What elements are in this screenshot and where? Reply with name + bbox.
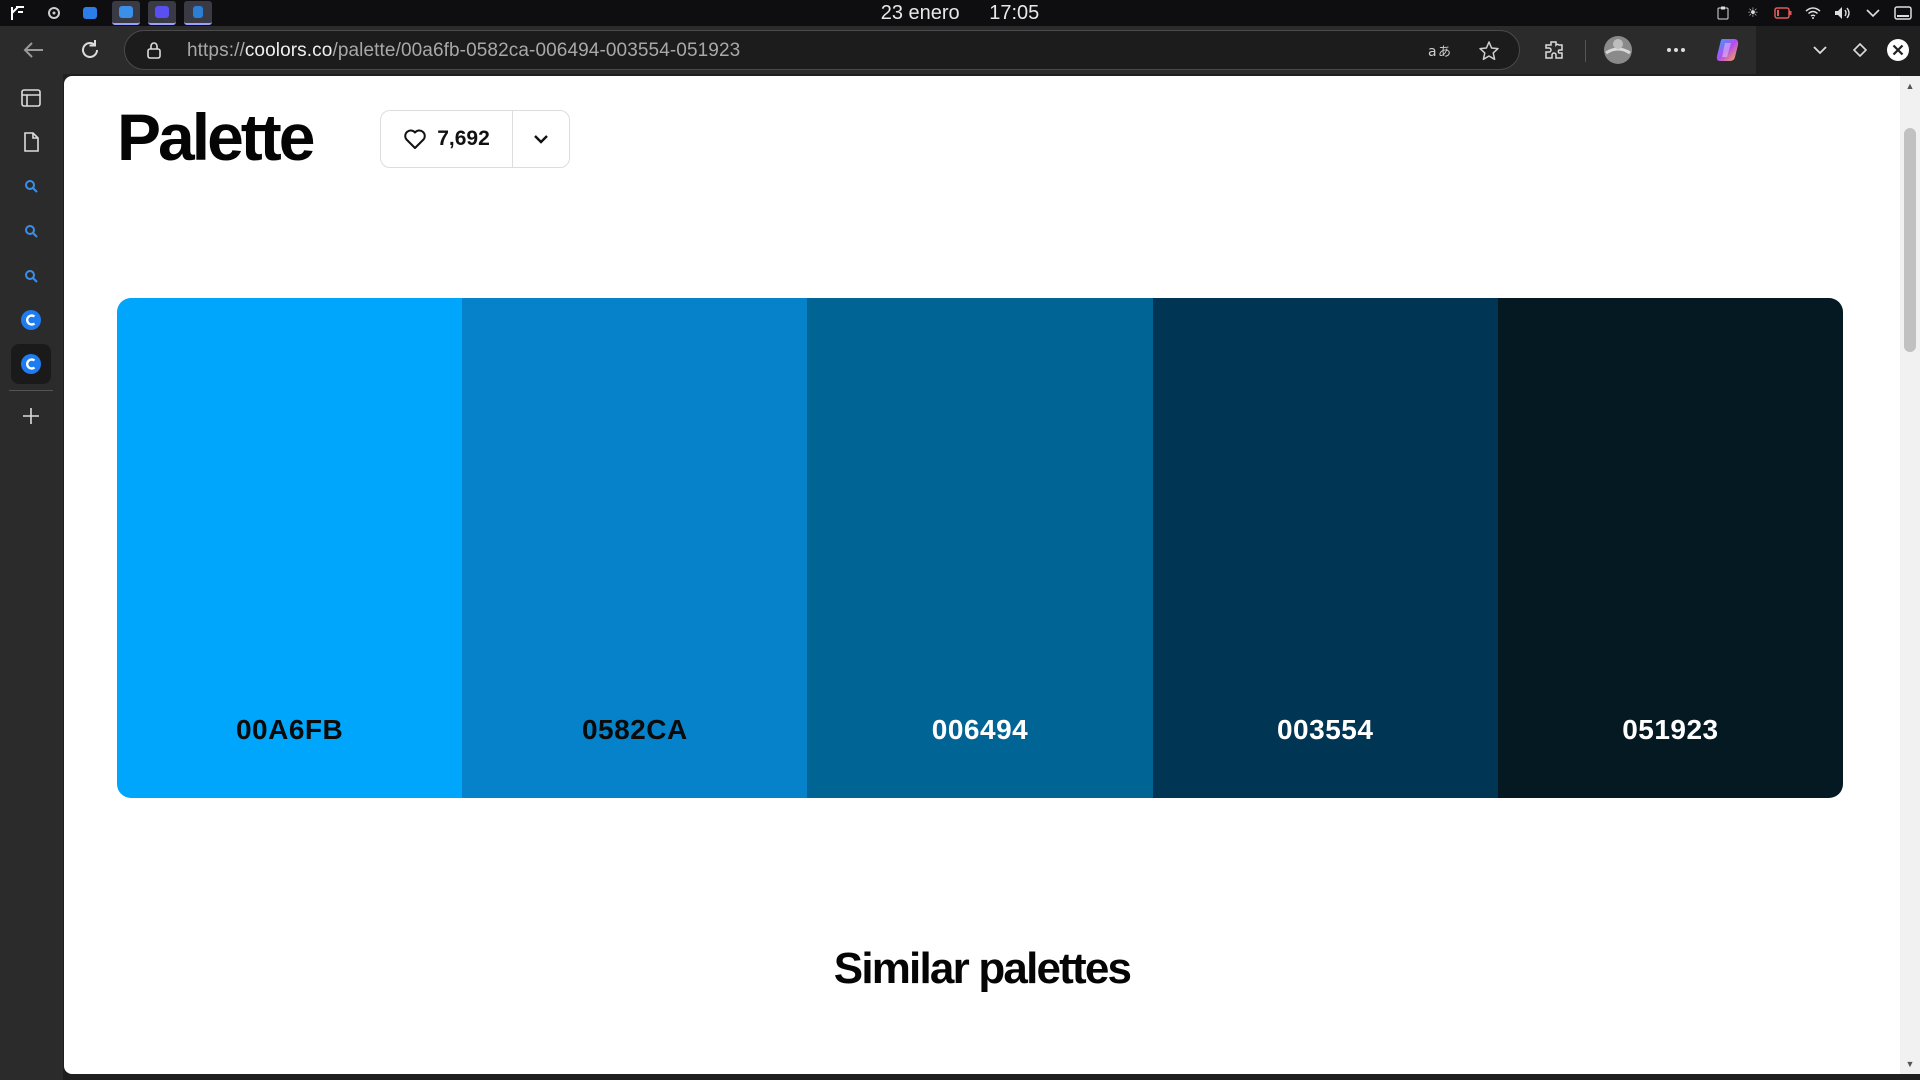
clipboard-icon[interactable]: [1714, 6, 1732, 20]
edge-browser-app-icon[interactable]: [148, 1, 176, 25]
like-button[interactable]: 7,692: [381, 111, 513, 167]
swatch-hex-label[interactable]: 00A6FB: [117, 714, 462, 746]
browser-sidebar: [0, 74, 63, 1080]
diamond-icon[interactable]: [1844, 34, 1876, 66]
page-title: Palette: [117, 100, 315, 174]
more-options-button[interactable]: [513, 111, 569, 167]
chevron-down-icon[interactable]: [1804, 34, 1836, 66]
swatch-hex-label[interactable]: 006494: [807, 714, 1152, 746]
brightness-icon[interactable]: ☀: [1744, 5, 1762, 20]
chevron-down-icon: [534, 135, 548, 144]
search-tab-icon[interactable]: [11, 256, 51, 296]
swatch-hex-label[interactable]: 003554: [1153, 714, 1498, 746]
url-path: /palette/00a6fb-0582ca-006494-003554-051…: [332, 40, 741, 61]
document-tab-icon[interactable]: [11, 122, 51, 162]
toolbar-divider: [1585, 40, 1586, 62]
reload-button[interactable]: [74, 34, 106, 66]
lock-icon[interactable]: [145, 41, 163, 59]
profile-avatar[interactable]: [1602, 34, 1634, 66]
translate-icon[interactable]: aあ: [1427, 39, 1451, 63]
svg-text:a: a: [1428, 44, 1437, 60]
files-app-icon[interactable]: [112, 1, 140, 25]
heart-icon: [404, 129, 426, 149]
extensions-icon[interactable]: [1538, 34, 1570, 66]
close-window-icon[interactable]: [1882, 34, 1914, 66]
like-button-group: 7,692: [380, 110, 570, 168]
coolors-tab-icon[interactable]: [11, 300, 51, 340]
color-palette: 00A6FB 0582CA 006494 003554 051923: [117, 298, 1843, 798]
color-swatch[interactable]: 003554: [1152, 298, 1498, 798]
similar-palettes-heading: Similar palettes: [833, 944, 1132, 993]
url-prefix: https://: [187, 40, 245, 61]
color-swatch[interactable]: 051923: [1497, 298, 1843, 798]
mail-app-icon[interactable]: [76, 1, 104, 25]
search-tab-icon[interactable]: [11, 211, 51, 251]
search-tab-icon[interactable]: [11, 166, 51, 206]
settings-app-icon[interactable]: [40, 1, 68, 25]
swatch-hex-label[interactable]: 0582CA: [462, 714, 807, 746]
like-count: 7,692: [437, 127, 490, 150]
notifications-icon[interactable]: [1894, 6, 1912, 20]
coolors-tab-icon[interactable]: [11, 344, 51, 384]
vscode-app-icon[interactable]: [184, 1, 212, 25]
os-taskbar: 23 enero 17:05 ☀: [0, 0, 1920, 26]
url-host: coolors.co: [244, 40, 333, 61]
browser-toolbar: https://coolors.co/palette/00a6fb-0582ca…: [0, 26, 1920, 74]
color-swatch[interactable]: 0582CA: [462, 298, 808, 798]
more-options-icon[interactable]: [1660, 34, 1692, 66]
page-scrollbar[interactable]: ▲ ▼: [1900, 76, 1920, 1074]
address-bar[interactable]: https://coolors.co/palette/00a6fb-0582ca…: [124, 30, 1520, 70]
volume-icon[interactable]: [1834, 6, 1852, 20]
os-date: 23 enero: [880, 2, 960, 24]
scroll-down-arrow[interactable]: ▼: [1900, 1056, 1920, 1072]
os-clock: 23 enero 17:05: [0, 0, 1920, 26]
sidebar-divider: [9, 390, 53, 391]
svg-text:あ: あ: [1438, 45, 1450, 60]
new-tab-icon[interactable]: [11, 396, 51, 436]
system-tray: ☀: [1714, 0, 1912, 26]
back-button[interactable]: [18, 34, 50, 66]
favorite-star-icon[interactable]: [1477, 39, 1501, 63]
tab-actions-icon[interactable]: [11, 78, 51, 118]
color-swatch[interactable]: 00A6FB: [117, 298, 463, 798]
web-page: Palette 7,692 00A6FB 0582CA 006494 00355…: [64, 76, 1900, 1074]
system-menu-icon[interactable]: [4, 1, 32, 25]
swatch-hex-label[interactable]: 051923: [1498, 714, 1843, 746]
scroll-thumb[interactable]: [1904, 128, 1916, 352]
url-text[interactable]: https://coolors.co/palette/00a6fb-0582ca…: [187, 31, 740, 71]
color-swatch[interactable]: 006494: [807, 298, 1153, 798]
battery-icon[interactable]: [1774, 6, 1792, 20]
os-time: 17:05: [989, 2, 1040, 24]
chevron-down-icon[interactable]: [1864, 6, 1882, 20]
wifi-icon[interactable]: [1804, 6, 1822, 20]
copilot-icon[interactable]: [1712, 34, 1744, 66]
os-app-list: [4, 0, 212, 26]
scroll-up-arrow[interactable]: ▲: [1900, 78, 1920, 94]
